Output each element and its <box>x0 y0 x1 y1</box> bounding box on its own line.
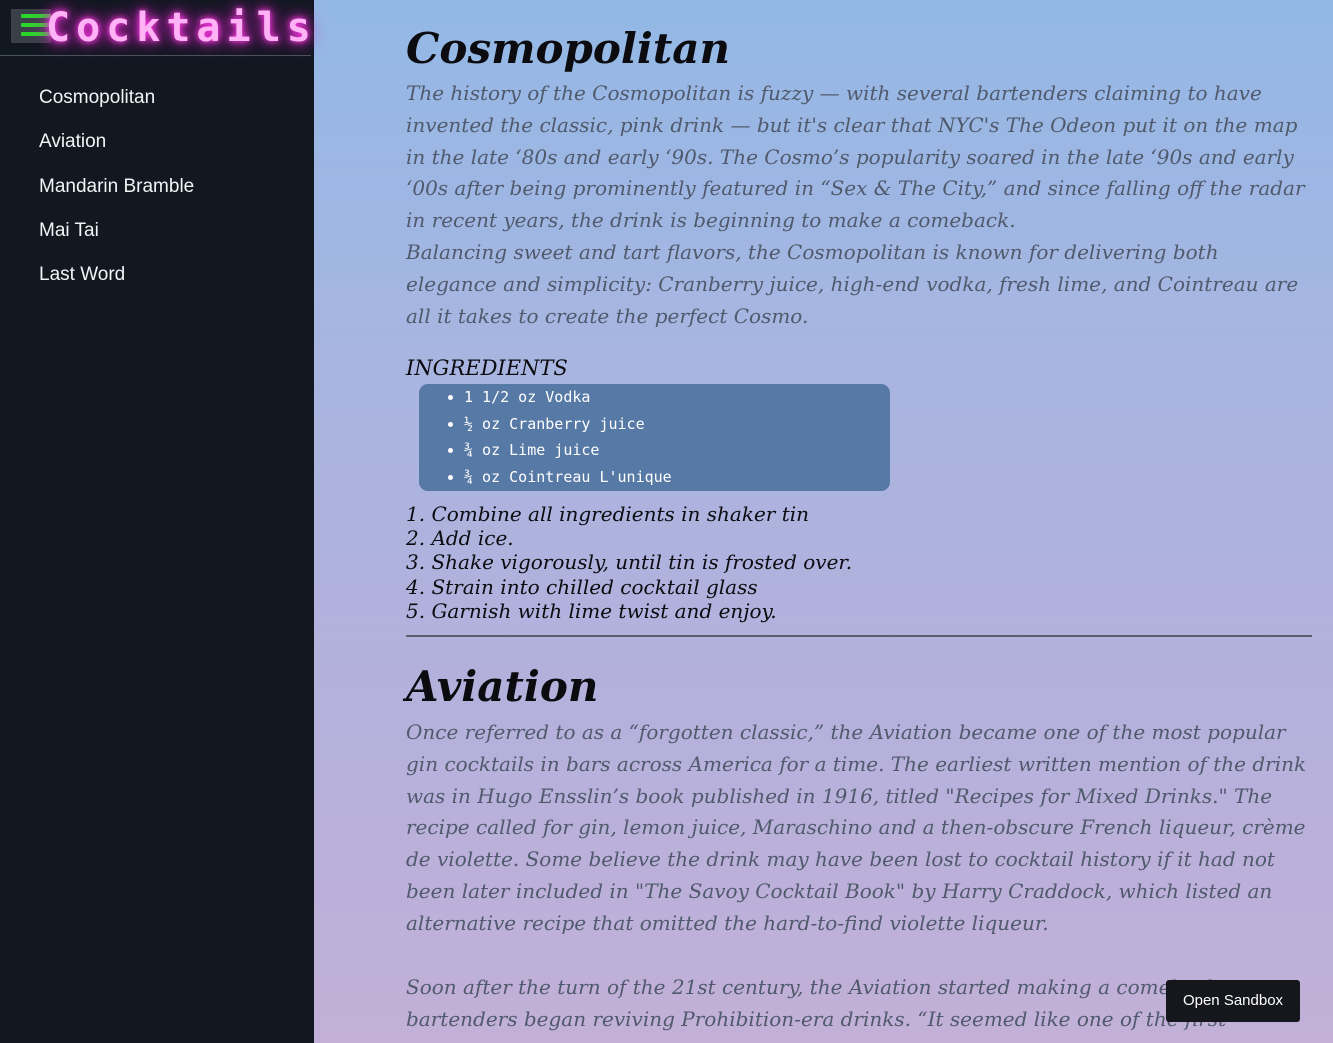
section-divider <box>406 635 1312 637</box>
instruction-step: 3. Shake vigorously, until tin is froste… <box>406 550 853 575</box>
cosmopolitan-title: Cosmopolitan <box>406 24 730 73</box>
ingredient-item: ¾ oz Cointreau L'unique <box>464 464 890 491</box>
instruction-step: 1. Combine all ingredients in shaker tin <box>406 502 810 526</box>
hamburger-icon[interactable] <box>11 9 51 43</box>
ingredient-item: ¾ oz Lime juice <box>464 437 890 464</box>
instruction-step: 4. Strain into chilled cocktail glass <box>406 574 758 599</box>
sidebar-item-cosmopolitan[interactable]: Cosmopolitan <box>39 84 194 128</box>
aviation-title: Aviation <box>406 662 599 711</box>
aviation-description: Once referred to as a “forgotten classic… <box>406 720 1307 935</box>
sidebar: Cocktails Cosmopolitan Aviation Mandarin… <box>0 0 314 1043</box>
sidebar-nav: Cosmopolitan Aviation Mandarin Bramble M… <box>39 84 194 305</box>
sidebar-item-aviation[interactable]: Aviation <box>39 128 194 172</box>
ingredients-list: 1 1/2 oz Vodka ½ oz Cranberry juice ¾ oz… <box>419 384 890 490</box>
open-sandbox-button[interactable]: Open Sandbox <box>1166 980 1300 1022</box>
instructions-list: 1. Combine all ingredients in shaker tin… <box>406 502 852 623</box>
ingredients-heading: INGREDIENTS <box>406 356 568 380</box>
cosmopolitan-description-2: Balancing sweet and tart flavors, the Co… <box>406 240 1299 328</box>
cosmopolitan-description: The history of the Cosmopolitan is fuzzy… <box>406 81 1305 233</box>
sidebar-item-last-word[interactable]: Last Word <box>39 261 194 305</box>
ingredient-item: 1 1/2 oz Vodka <box>464 384 890 411</box>
sidebar-item-mandarin-bramble[interactable]: Mandarin Bramble <box>39 173 194 217</box>
instruction-step: 2. Add ice. <box>406 526 514 551</box>
sidebar-header: Cocktails <box>0 0 311 56</box>
ingredient-item: ½ oz Cranberry juice <box>464 411 890 438</box>
ingredients-box: 1 1/2 oz Vodka ½ oz Cranberry juice ¾ oz… <box>419 384 890 491</box>
site-title: Cocktails <box>46 5 317 51</box>
instruction-step: 5. Garnish with lime twist and enjoy. <box>406 598 777 623</box>
sidebar-item-mai-tai[interactable]: Mai Tai <box>39 217 194 261</box>
